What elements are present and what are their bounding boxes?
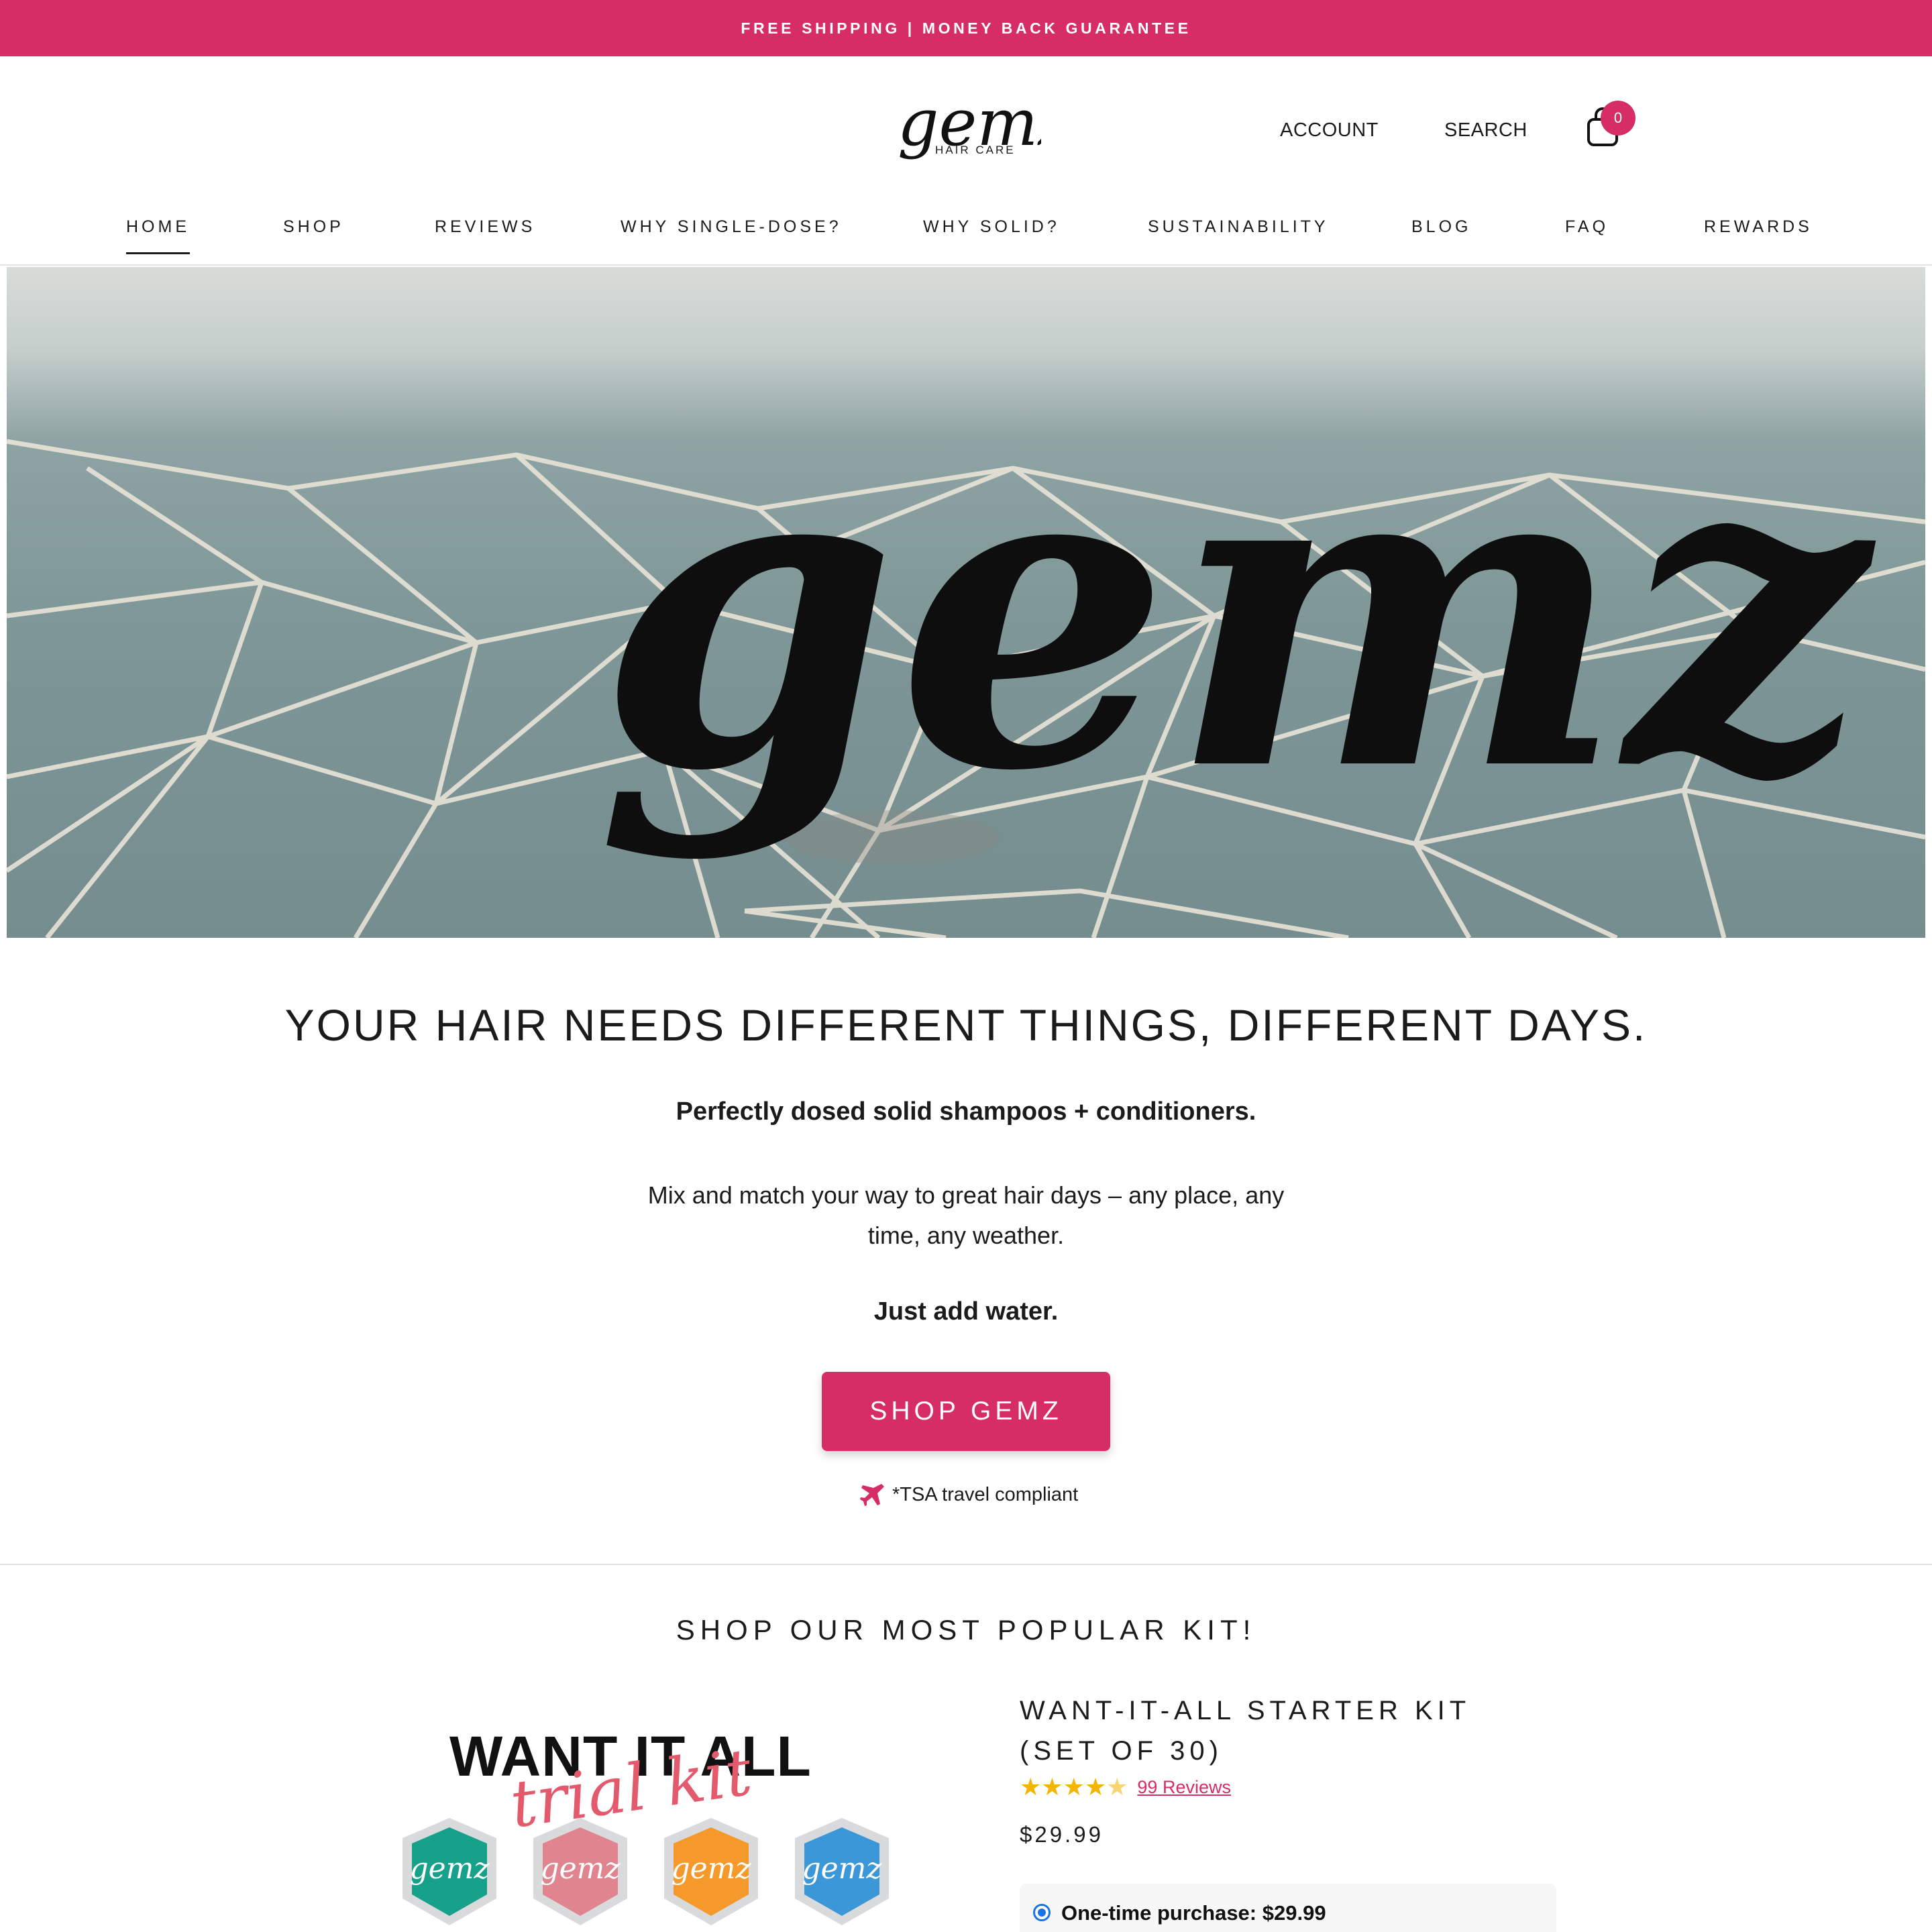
nav-rewards[interactable]: REWARDS bbox=[1704, 217, 1813, 237]
kit-product-image[interactable]: WANT IT ALL trial kit gemz gemz gemz gem… bbox=[376, 1704, 926, 1932]
section-divider bbox=[0, 1564, 1932, 1565]
nav-shop[interactable]: SHOP bbox=[283, 217, 344, 237]
nav-why-single-dose[interactable]: WHY SINGLE-DOSE? bbox=[621, 217, 842, 237]
search-link[interactable]: SEARCH bbox=[1444, 119, 1527, 142]
hero-tile-background: gemz bbox=[7, 360, 1925, 938]
pod-pure-scalp: gemz bbox=[795, 1818, 889, 1925]
purchase-option-label: One-time purchase: $29.99 bbox=[1061, 1901, 1326, 1925]
logo-subtitle: HAIR CARE bbox=[935, 144, 1016, 156]
svg-text:gemz: gemz bbox=[802, 1851, 882, 1886]
intro-subheadline: Perfectly dosed solid shampoos + conditi… bbox=[676, 1097, 1256, 1126]
announcement-text: FREE SHIPPING | MONEY BACK GUARANTEE bbox=[741, 19, 1191, 37]
nav-why-solid[interactable]: WHY SOLID? bbox=[923, 217, 1060, 237]
svg-text:gemz: gemz bbox=[671, 1851, 751, 1886]
shop-gemz-button[interactable]: SHOP GEMZ bbox=[822, 1372, 1110, 1451]
header-logo[interactable]: gemz bbox=[892, 83, 1073, 177]
svg-text:gemz: gemz bbox=[540, 1851, 621, 1886]
pod-perfect-air-dry: gemz bbox=[402, 1818, 496, 1925]
hero-logo-wordmark: gemz bbox=[597, 360, 1880, 865]
nav-reviews[interactable]: REVIEWS bbox=[435, 217, 535, 237]
hero-banner: gemz bbox=[7, 267, 1925, 938]
intro-tagline: Just add water. bbox=[873, 1297, 1059, 1326]
nav-sustainability[interactable]: SUSTAINABILITY bbox=[1148, 217, 1329, 237]
star-icon: ★ bbox=[1084, 1773, 1107, 1801]
nav-home[interactable]: HOME bbox=[126, 217, 190, 254]
star-icon: ★ bbox=[1063, 1773, 1085, 1801]
nav-faq[interactable]: FAQ bbox=[1565, 217, 1609, 237]
purchase-option-box[interactable]: One-time purchase: $29.99 bbox=[1020, 1884, 1556, 1932]
pod-up-all-day-volume: gemz bbox=[664, 1818, 758, 1925]
airplane-icon bbox=[860, 1484, 884, 1506]
star-icon: ★ bbox=[1020, 1773, 1042, 1801]
half-star-icon: ★ bbox=[1106, 1773, 1128, 1801]
product-title[interactable]: WANT-IT-ALL STARTER KIT (SET OF 30) bbox=[1020, 1690, 1489, 1771]
announcement-bar: FREE SHIPPING | MONEY BACK GUARANTEE bbox=[0, 0, 1932, 56]
kit-pods-graphic: gemz gemz gemz gemz bbox=[402, 1818, 889, 1925]
product-price: $29.99 bbox=[1020, 1822, 1104, 1847]
tsa-note-text: *TSA travel compliant bbox=[892, 1483, 1079, 1505]
nav-blog[interactable]: BLOG bbox=[1411, 217, 1471, 237]
tsa-note: *TSA travel compliant bbox=[859, 1480, 1127, 1509]
cart-count-badge: 0 bbox=[1601, 101, 1635, 136]
intro-headline: YOUR HAIR NEEDS DIFFERENT THINGS, DIFFER… bbox=[284, 1000, 1648, 1050]
intro-body: Mix and match your way to great hair day… bbox=[647, 1181, 1285, 1249]
reviews-link[interactable]: 99 Reviews bbox=[1137, 1777, 1231, 1798]
star-icon: ★ bbox=[1041, 1773, 1063, 1801]
popular-kit-heading: SHOP OUR MOST POPULAR KIT! bbox=[676, 1614, 1256, 1646]
svg-text:gemz: gemz bbox=[409, 1851, 490, 1886]
account-link[interactable]: ACCOUNT bbox=[1280, 119, 1379, 142]
pod-touchably-soft: gemz bbox=[533, 1818, 627, 1925]
one-time-purchase-radio[interactable] bbox=[1033, 1904, 1051, 1921]
product-rating[interactable]: ★ ★ ★ ★ ★ 99 Reviews bbox=[1020, 1774, 1231, 1801]
